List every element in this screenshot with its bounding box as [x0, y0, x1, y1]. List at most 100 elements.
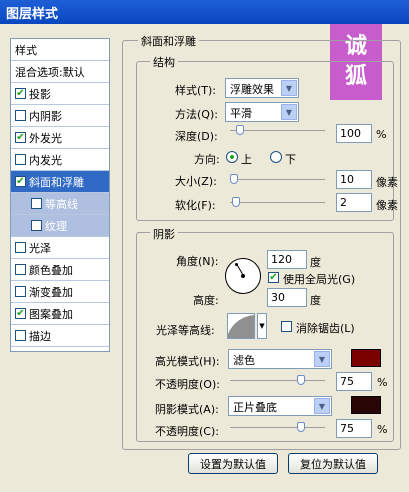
- style-item-label: 内阴影: [29, 109, 62, 123]
- angle-label: 角度(N):: [176, 255, 219, 268]
- style-item[interactable]: 内发光: [11, 149, 109, 171]
- reset-default-button[interactable]: 复位为默认值: [288, 453, 378, 474]
- soften-unit: 像素: [376, 199, 398, 212]
- depth-input[interactable]: 100: [336, 124, 372, 143]
- angle-dial[interactable]: [225, 258, 261, 294]
- style-item-checkbox[interactable]: ✔: [15, 308, 26, 319]
- style-item-checkbox[interactable]: [31, 198, 42, 209]
- angle-input[interactable]: 120: [267, 250, 307, 269]
- shading-title: 阴影: [150, 226, 178, 242]
- shadow-opacity-unit: %: [377, 423, 388, 436]
- direction-up-label: 上: [241, 153, 252, 166]
- style-item-checkbox[interactable]: ✔: [15, 132, 26, 143]
- technique-label: 方法(Q):: [175, 108, 218, 121]
- depth-slider[interactable]: [230, 130, 325, 131]
- chevron-down-icon: ▼: [281, 104, 297, 120]
- style-item-checkbox[interactable]: ✔: [15, 176, 26, 187]
- soften-slider-thumb[interactable]: [231, 197, 240, 207]
- style-list-header[interactable]: 样式: [11, 39, 109, 61]
- style-select[interactable]: 浮雕效果 ▼: [225, 78, 299, 98]
- style-item[interactable]: 内阴影: [11, 105, 109, 127]
- style-item-checkbox[interactable]: [15, 242, 26, 253]
- style-select-value: 浮雕效果: [230, 83, 274, 96]
- size-input[interactable]: 10: [336, 170, 372, 189]
- size-slider[interactable]: [230, 179, 325, 180]
- style-item[interactable]: 渐变叠加: [11, 281, 109, 303]
- altitude-input[interactable]: 30: [267, 288, 307, 307]
- chevron-down-icon: ▼: [281, 80, 297, 96]
- style-item[interactable]: 颜色叠加: [11, 259, 109, 281]
- technique-select[interactable]: 平滑 ▼: [225, 102, 299, 122]
- style-item-label: 外发光: [29, 131, 62, 145]
- style-item-label: 内发光: [29, 153, 62, 167]
- altitude-unit: 度: [310, 294, 321, 307]
- style-item[interactable]: 描边: [11, 325, 109, 347]
- shadow-opacity-thumb[interactable]: [297, 422, 306, 432]
- make-default-button[interactable]: 设置为默认值: [188, 453, 278, 474]
- style-item-label: 图案叠加: [29, 307, 73, 321]
- shadow-mode-select[interactable]: 正片叠底 ▼: [228, 396, 332, 416]
- highlight-mode-label: 高光模式(H):: [155, 355, 220, 368]
- angle-dial-center: [241, 274, 245, 278]
- style-item-label: 渐变叠加: [29, 285, 73, 299]
- depth-slider-thumb[interactable]: [235, 125, 244, 135]
- size-label: 大小(Z):: [175, 175, 217, 188]
- shadow-mode-value: 正片叠底: [233, 401, 277, 414]
- shadow-color-swatch[interactable]: [351, 396, 381, 414]
- style-item-checkbox[interactable]: [15, 110, 26, 121]
- bevel-title: 斜面和浮雕: [138, 33, 199, 49]
- shadow-mode-label: 阴影模式(A):: [155, 403, 219, 416]
- style-item-checkbox[interactable]: [15, 154, 26, 165]
- chevron-down-icon: ▼: [314, 398, 330, 414]
- highlight-opacity-slider[interactable]: [230, 380, 325, 381]
- shadow-opacity-slider[interactable]: [230, 427, 325, 428]
- shadow-opacity-input[interactable]: 75: [336, 419, 372, 438]
- style-item-label: 纹理: [45, 219, 67, 233]
- style-item-label: 光泽: [29, 241, 51, 255]
- chevron-down-icon: ▼: [314, 351, 330, 367]
- angle-unit: 度: [310, 256, 321, 269]
- gloss-contour-label: 光泽等高线:: [156, 324, 215, 337]
- style-list: 样式 混合选项:默认 ✔ 投影 内阴影 ✔ 外发光 内发光 ✔ 斜面和浮雕 等高线 纹理 光泽 颜色叠…: [10, 38, 110, 352]
- direction-label: 方向:: [194, 153, 220, 166]
- style-item-label: 等高线: [45, 197, 78, 211]
- chevron-down-icon[interactable]: ▼: [257, 313, 267, 339]
- style-item[interactable]: ✔ 斜面和浮雕: [11, 171, 109, 193]
- style-item[interactable]: ✔ 投影: [11, 83, 109, 105]
- anti-aliased-label: 消除锯齿(L): [296, 322, 355, 335]
- style-item[interactable]: 纹理: [11, 215, 109, 237]
- direction-down-label: 下: [285, 153, 296, 166]
- direction-down-radio[interactable]: [270, 151, 282, 163]
- style-item[interactable]: ✔ 图案叠加: [11, 303, 109, 325]
- style-item[interactable]: 光泽: [11, 237, 109, 259]
- structure-title: 结构: [150, 54, 178, 70]
- blending-options[interactable]: 混合选项:默认: [11, 61, 109, 83]
- soften-input[interactable]: 2: [336, 193, 372, 212]
- anti-aliased-checkbox[interactable]: [281, 321, 292, 332]
- global-light-checkbox[interactable]: ✔: [268, 272, 279, 283]
- style-item[interactable]: 等高线: [11, 193, 109, 215]
- style-item-checkbox[interactable]: [15, 264, 26, 275]
- depth-label: 深度(D):: [175, 130, 218, 143]
- style-item-label: 颜色叠加: [29, 263, 73, 277]
- highlight-opacity-input[interactable]: 75: [336, 372, 372, 391]
- style-item[interactable]: ✔ 外发光: [11, 127, 109, 149]
- highlight-opacity-label: 不透明度(O):: [155, 378, 220, 391]
- window-title: 图层样式: [0, 0, 409, 24]
- direction-up-radio[interactable]: [226, 151, 238, 163]
- style-item-checkbox[interactable]: [15, 286, 26, 297]
- soften-slider[interactable]: [230, 202, 325, 203]
- depth-unit: %: [376, 128, 387, 141]
- highlight-opacity-thumb[interactable]: [297, 375, 306, 385]
- gloss-contour-preview[interactable]: [227, 313, 255, 339]
- size-slider-thumb[interactable]: [229, 174, 238, 184]
- highlight-mode-select[interactable]: 滤色 ▼: [228, 349, 332, 369]
- shadow-opacity-label: 不透明度(C):: [155, 425, 219, 438]
- style-item-checkbox[interactable]: ✔: [15, 88, 26, 99]
- style-item-checkbox[interactable]: [31, 220, 42, 231]
- highlight-color-swatch[interactable]: [351, 349, 381, 367]
- style-item-checkbox[interactable]: [15, 330, 26, 341]
- size-unit: 像素: [376, 176, 398, 189]
- highlight-opacity-unit: %: [377, 376, 388, 389]
- contour-curve-icon: [228, 315, 254, 338]
